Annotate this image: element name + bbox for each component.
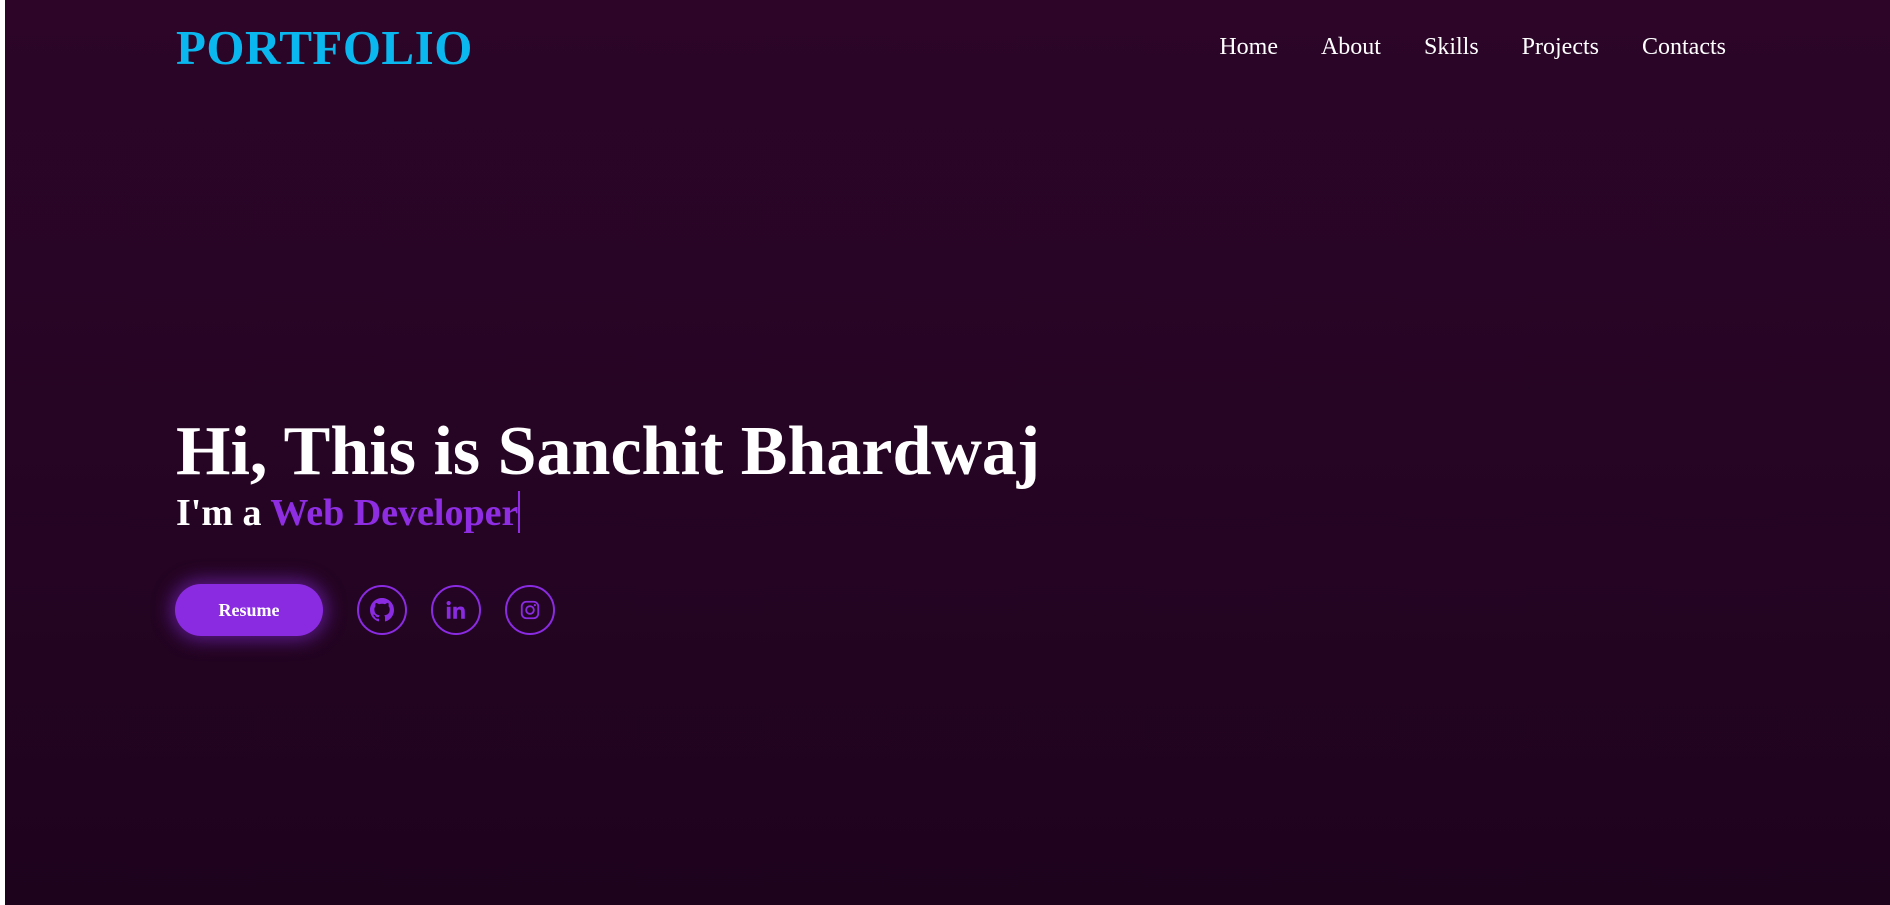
subtitle-prefix: I'm a (176, 492, 271, 534)
logo[interactable]: PORTFOLIO (176, 18, 473, 78)
nav-item-projects[interactable]: Projects (1522, 30, 1599, 64)
nav-item-skills[interactable]: Skills (1424, 30, 1479, 64)
instagram-icon (520, 600, 540, 620)
nav-item-contacts[interactable]: Contacts (1642, 30, 1726, 64)
linkedin-link[interactable] (431, 585, 481, 635)
github-link[interactable] (357, 585, 407, 635)
hero-subtitle: I'm a Web Developer (176, 490, 521, 536)
nav-menu: Home About Skills Projects Contacts (1219, 30, 1726, 64)
nav-item-home[interactable]: Home (1219, 30, 1278, 64)
linkedin-icon (446, 601, 465, 619)
page-background: PORTFOLIO Home About Skills Projects Con… (5, 0, 1890, 905)
github-icon (370, 598, 394, 622)
instagram-link[interactable] (505, 585, 555, 635)
hero-title: Hi, This is Sanchit Bhardwaj (176, 413, 1041, 490)
typed-role: Web Developer (270, 492, 519, 534)
typing-cursor (518, 491, 521, 533)
nav-item-about[interactable]: About (1321, 30, 1381, 64)
resume-button[interactable]: Resume (175, 584, 323, 636)
